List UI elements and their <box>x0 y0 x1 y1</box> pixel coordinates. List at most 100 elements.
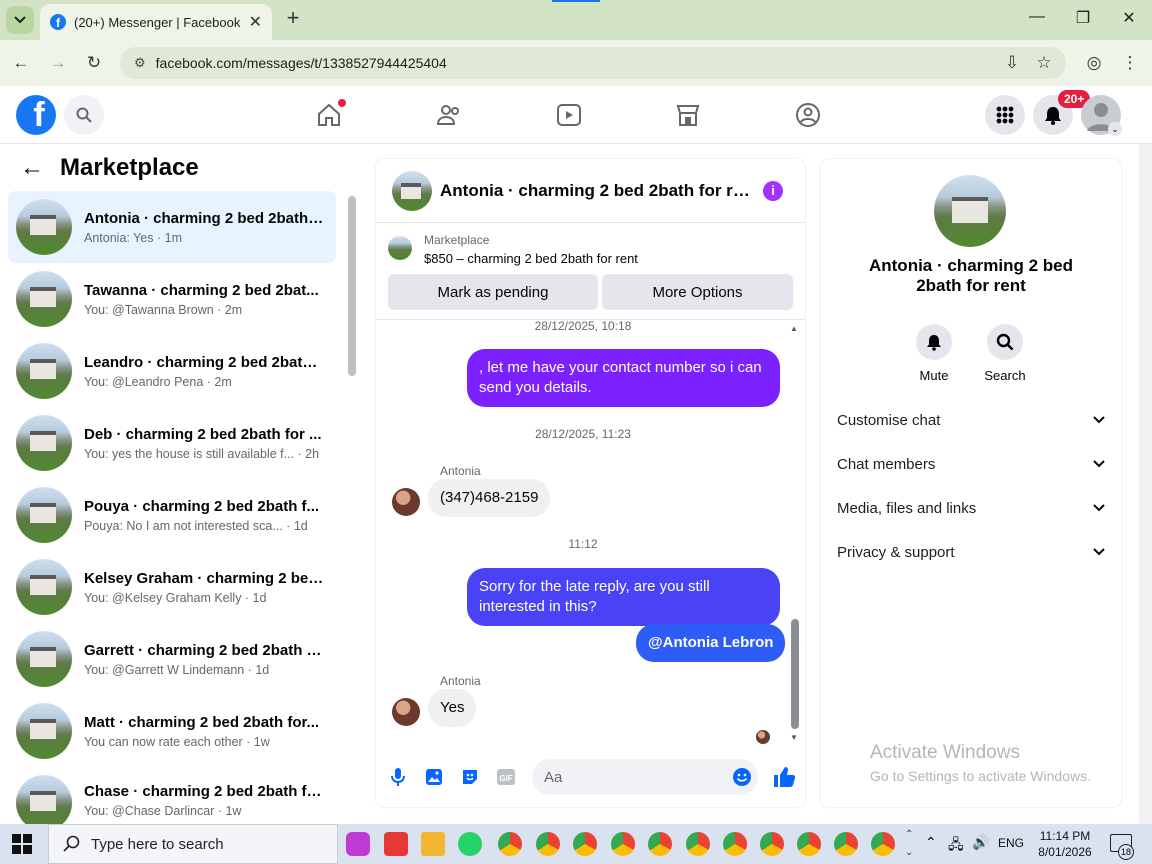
back-arrow-icon[interactable]: ← <box>20 154 44 182</box>
restore-button[interactable]: ❐ <box>1070 8 1096 32</box>
outgoing-message[interactable]: Sorry for the late reply, are you still … <box>467 568 780 626</box>
message-input[interactable]: Aa <box>532 759 758 795</box>
close-tab-icon[interactable]: ✕ <box>249 12 262 32</box>
groups-icon <box>796 103 820 127</box>
new-tab-button[interactable]: + <box>282 7 304 30</box>
conversation-list-scrollbar[interactable] <box>348 196 356 376</box>
friends-nav[interactable] <box>429 96 469 134</box>
taskbar-search[interactable]: Type here to search <box>48 824 338 864</box>
conversation-name: Matt · charming 2 bed 2bath for... <box>84 713 320 731</box>
volume-icon[interactable]: 🔊 <box>972 834 989 851</box>
conversation-item[interactable]: Matt · charming 2 bed 2bath for... You ca… <box>8 695 336 767</box>
account-chevron-icon[interactable]: ⌄ <box>1108 122 1122 136</box>
friends-icon <box>436 105 459 125</box>
panel-title: Marketplace <box>60 154 199 181</box>
address-bar[interactable]: ⚙ facebook.com/messages/t/13385279444254… <box>120 47 1066 79</box>
show-hidden-icons-icon[interactable]: ⌃ <box>925 834 937 851</box>
chrome-icon[interactable] <box>760 832 784 856</box>
conversation-item[interactable]: Tawanna · charming 2 bed 2bat... You: @Ta… <box>8 263 336 335</box>
mark-as-pending-button[interactable]: Mark as pending <box>388 274 598 310</box>
conversation-info-icon[interactable]: i <box>763 181 783 201</box>
facebook-logo[interactable]: f <box>16 95 56 135</box>
profile-icon[interactable]: ◎ <box>1081 50 1107 76</box>
conversation-item[interactable]: Deb · charming 2 bed 2bath for ... You: y… <box>8 407 336 479</box>
chrome-icon[interactable] <box>834 832 858 856</box>
page-scrollbar[interactable] <box>1139 144 1152 824</box>
incoming-message[interactable]: (347)468-2159 <box>428 479 551 517</box>
gif-icon[interactable]: GIF <box>496 767 516 792</box>
bookmark-star-icon[interactable]: ☆ <box>1031 50 1057 76</box>
conversation-item[interactable]: Chase · charming 2 bed 2bath fo... You: @… <box>8 767 336 824</box>
marketplace-nav[interactable] <box>668 96 708 134</box>
marketplace-listing-card: Marketplace $850 – charming 2 bed 2bath … <box>376 224 805 320</box>
language-indicator[interactable]: ENG <box>998 836 1024 850</box>
outgoing-message[interactable]: , let me have your contact number so i c… <box>467 349 780 407</box>
facebook-search-button[interactable] <box>64 95 104 135</box>
conversation-item[interactable]: Leandro · charming 2 bed 2bath... You: @L… <box>8 335 336 407</box>
windows-start-icon[interactable] <box>12 834 32 859</box>
customise-chat-row[interactable]: Customise chat <box>837 398 1105 442</box>
mute-button[interactable]: Mute <box>904 324 964 383</box>
install-app-icon[interactable]: ⇩ <box>999 50 1025 76</box>
copilot-icon[interactable] <box>346 832 370 856</box>
incoming-message[interactable]: Yes <box>428 689 477 727</box>
media-files-links-row[interactable]: Media, files and links <box>837 486 1105 530</box>
svg-text:GIF: GIF <box>499 774 512 783</box>
emoji-icon[interactable] <box>732 767 752 792</box>
marketplace-label: Marketplace <box>424 233 490 247</box>
network-icon[interactable]: 🖧 <box>948 834 964 858</box>
forward-button[interactable]: → <box>45 50 71 76</box>
gallery-icon[interactable] <box>424 767 444 792</box>
listing-title: Antonia · charming 2 bed 2bath for rent <box>868 256 1074 295</box>
chrome-icon[interactable] <box>498 832 522 856</box>
close-window-button[interactable]: ✕ <box>1116 8 1142 32</box>
browser-menu-icon[interactable]: ⋮ <box>1117 50 1143 76</box>
microphone-icon[interactable] <box>388 767 408 792</box>
reload-button[interactable]: ↻ <box>81 50 107 76</box>
chrome-icon[interactable] <box>573 832 597 856</box>
row-label: Customise chat <box>837 411 941 429</box>
chat-members-row[interactable]: Chat members <box>837 442 1105 486</box>
outgoing-mention-message[interactable]: @Antonia Lebron <box>636 624 786 662</box>
privacy-support-row[interactable]: Privacy & support <box>837 530 1105 574</box>
whatsapp-icon[interactable] <box>458 832 482 856</box>
listing-thumbnail <box>16 343 72 399</box>
scroll-up-arrow-icon[interactable]: ▲ <box>790 324 798 333</box>
taskbar-scroll-icon[interactable]: ⌃ ⌄ <box>905 826 913 862</box>
chrome-icon[interactable] <box>686 832 710 856</box>
more-options-button[interactable]: More Options <box>602 274 793 310</box>
minimize-button[interactable]: — <box>1024 8 1050 32</box>
conversation-name: Antonia · charming 2 bed 2bath ... <box>84 209 324 227</box>
file-explorer-icon[interactable] <box>421 832 445 856</box>
thumbs-up-icon[interactable] <box>772 765 796 794</box>
chrome-icon[interactable] <box>797 832 821 856</box>
search-in-chat-button[interactable]: Search <box>975 324 1035 383</box>
site-info-icon[interactable]: ⚙ <box>134 55 146 71</box>
groups-nav[interactable] <box>788 96 828 134</box>
chrome-icon[interactable] <box>536 832 560 856</box>
chrome-icon[interactable] <box>648 832 672 856</box>
menu-button[interactable] <box>985 95 1025 135</box>
tab-search-dropdown-button[interactable] <box>6 6 34 34</box>
conversation-item[interactable]: Kelsey Graham · charming 2 bed... You: @K… <box>8 551 336 623</box>
conversation-item[interactable]: Garrett · charming 2 bed 2bath f... You: … <box>8 623 336 695</box>
sender-avatar[interactable] <box>392 488 420 516</box>
conversation-item[interactable]: Antonia · charming 2 bed 2bath ... Antoni… <box>8 191 336 263</box>
chrome-icon[interactable] <box>871 832 895 856</box>
back-button[interactable]: ← <box>8 50 34 76</box>
chat-scrollbar[interactable] <box>791 619 799 729</box>
video-nav[interactable] <box>549 96 589 134</box>
sticker-icon[interactable] <box>460 767 480 792</box>
scroll-down-arrow-icon[interactable]: ▼ <box>790 733 798 742</box>
conversation-name: Deb · charming 2 bed 2bath for ... <box>84 425 322 443</box>
chat-header[interactable]: Antonia · charming 2 bed 2bath for re... <box>376 159 805 223</box>
browser-tab[interactable]: f (20+) Messenger | Facebook ✕ <box>40 4 272 40</box>
conversation-item[interactable]: Pouya · charming 2 bed 2bath f... Pouya: … <box>8 479 336 551</box>
listing-description[interactable]: $850 – charming 2 bed 2bath for rent <box>424 251 638 266</box>
youtube-app-icon[interactable] <box>384 832 408 856</box>
message-timestamp: 28/12/2025, 11:23 <box>535 427 631 441</box>
chrome-icon[interactable] <box>611 832 635 856</box>
sender-avatar[interactable] <box>392 698 420 726</box>
chrome-icon[interactable] <box>723 832 747 856</box>
system-clock[interactable]: 11:14 PM 8/01/2026 <box>1030 828 1100 860</box>
